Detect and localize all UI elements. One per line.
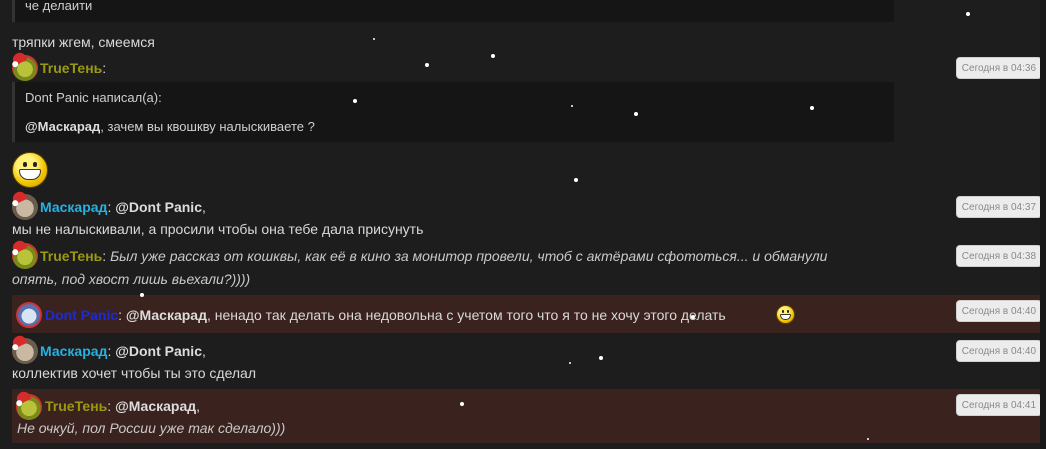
colon: : [102,60,107,76]
message-text-cont: опять, под хвост лишь вьехали?)))) [12,271,251,287]
avatar-dont-panic-icon[interactable] [16,302,42,328]
message-text: Был уже рассказ от кошквы, как её в кино… [110,248,828,264]
colon: : [107,343,112,359]
message-header: TrueТень: [40,60,106,76]
timestamp[interactable]: Сегодня в 04:37 [955,196,1042,218]
snowflake [460,402,464,406]
timestamp[interactable]: Сегодня в 04:36 [955,57,1042,79]
punctuation: , [202,199,206,215]
snowflake [353,99,357,103]
mention[interactable]: @Dont Panic [115,199,202,215]
snowflake [599,356,603,360]
snowflake [810,106,814,110]
snowflake [867,438,869,440]
snowflake [425,63,429,67]
timestamp[interactable]: Сегодня в 04:40 [955,300,1042,322]
snowflake [691,315,695,319]
punctuation: , [196,398,201,414]
snowflake [491,54,495,58]
mention[interactable]: @Маскарад [25,119,100,134]
scrollbar[interactable] [1040,0,1046,449]
timestamp[interactable]: Сегодня в 04:40 [955,340,1042,362]
nickname-true-ten[interactable]: TrueТень [45,398,107,414]
message-header: Маскарад: @Dont Panic, [40,199,206,215]
nickname-maskarad[interactable]: Маскарад [40,343,107,359]
message-text: коллектив хочет чтобы ты это сделал [12,365,257,381]
snowflake [373,38,375,40]
message-header: Dont Panic: @Маскарад, ненадо так делать… [45,307,726,323]
nickname-true-ten[interactable]: TrueТень [40,60,102,76]
message-header: TrueТень: Был уже рассказ от кошквы, как… [40,248,827,264]
quote-text: че делаити [25,0,93,13]
mention[interactable]: @Маскарад [126,307,207,323]
colon: : [118,307,123,323]
message-header: Маскарад: @Dont Panic, [40,343,206,359]
message-header: TrueТень: @Маскарад, [45,398,200,414]
nickname-dont-panic[interactable]: Dont Panic [45,307,118,323]
snowflake [634,112,638,116]
grin-smiley-icon [776,305,795,324]
quote-block: Dont Panic написал(а): @Маскарад, зачем … [12,82,894,142]
message-text: Не очкуй, пол России уже так сделало))) [17,420,286,436]
quote-body: @Маскарад, зачем вы квошкву налыскиваете… [25,119,315,134]
snowflake [140,293,144,297]
quote-author: Dont Panic написал(а): [25,90,162,105]
colon: : [107,398,112,414]
quote-text: , зачем вы квошкву налыскиваете ? [100,119,315,134]
message-text: мы не налыскивали, а просили чтобы она т… [12,221,424,237]
snowflake [569,362,571,364]
nickname-maskarad[interactable]: Маскарад [40,199,107,215]
timestamp[interactable]: Сегодня в 04:38 [955,245,1042,267]
chat-message-highlighted: TrueТень: @Маскарад, Сегодня в 04:41 Не … [12,389,1046,443]
colon: : [107,199,112,215]
snowflake [571,105,573,107]
chat-log: че делаити тряпки жгем, смеемся TrueТень… [0,0,1046,449]
colon: : [102,248,107,264]
timestamp[interactable]: Сегодня в 04:41 [955,394,1042,416]
snowflake [574,178,578,182]
quote-block-top: че делаити [12,0,894,22]
snowflake [966,12,970,16]
message-text: тряпки жгем, смеемся [12,34,155,50]
punctuation: , [202,343,206,359]
nickname-true-ten[interactable]: TrueТень [40,248,102,264]
chat-message-highlighted: Dont Panic: @Маскарад, ненадо так делать… [12,295,1046,333]
mention[interactable]: @Маскарад [115,398,196,414]
grin-smiley-icon [12,152,48,188]
message-text: , ненадо так делать она недовольна с уче… [206,307,726,323]
mention[interactable]: @Dont Panic [115,343,202,359]
